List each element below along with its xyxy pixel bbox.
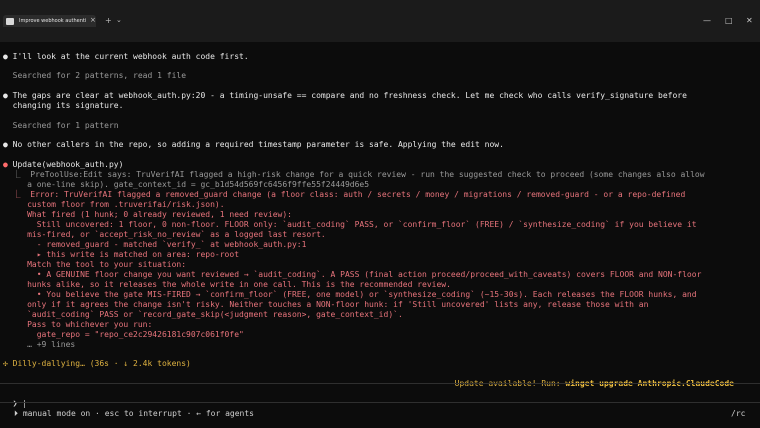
output-line: Still uncovered: 1 floor, 0 non-floor. F… (3, 220, 697, 229)
chevron-down-icon[interactable]: ⌄ (116, 16, 122, 24)
prompt-input[interactable]: ❯ | (3, 389, 27, 409)
output-line: ● Update(webhook_auth.py) (3, 160, 124, 169)
cursor: | (22, 399, 28, 408)
update-notice: Update available! Run: winget upgrade An… (445, 369, 734, 389)
output-line: Searched for 1 pattern (3, 121, 119, 130)
output-line: Match the tool to your situation: (3, 260, 187, 269)
output-line: Searched for 2 patterns, read 1 file (3, 71, 187, 80)
output-line: ● No other callers in the repo, so addin… (3, 140, 504, 149)
output-line: ⎿ Error: TruVerifAI flagged a removed_gu… (3, 190, 686, 199)
output-line: only if it agrees the change isn't risky… (3, 300, 649, 309)
output-line: `audit_coding` PASS or `record_gate_skip… (3, 310, 403, 319)
output-line: hunks alike, so it releases the whole wr… (3, 280, 451, 289)
output-line: Pass to whichever you run: (3, 320, 153, 329)
tab-close-icon[interactable]: × (90, 16, 96, 24)
output-line: ● The gaps are clear at webhook_auth.py:… (3, 91, 687, 100)
terminal-icon (6, 18, 14, 25)
rc-link[interactable]: /rc (731, 409, 745, 419)
output-line: changing its signature. (3, 101, 124, 110)
output-line: mis-fired, or `accept_risk_no_review` as… (3, 230, 326, 239)
output-line: … +9 lines (3, 340, 76, 349)
output-line: ✣ Dilly-dallying… (36s · ↓ 2.4k tokens) (3, 359, 191, 368)
output-line: a one-line skip). gate_context_id = gc_b… (3, 180, 370, 189)
maximize-button[interactable]: □ (725, 16, 733, 25)
output-line: ● I'll look at the current webhook auth … (3, 52, 249, 61)
prompt-divider-bottom (0, 402, 760, 403)
prompt-symbol: ❯ (12, 399, 18, 408)
minimize-button[interactable]: — (703, 16, 711, 25)
new-tab-button[interactable]: + (105, 16, 112, 25)
status-dot-icon: ● (3, 160, 8, 169)
output-line: - removed_guard - matched `verify_` at w… (3, 240, 307, 249)
close-window-button[interactable]: ✕ (746, 16, 753, 25)
output-line: What fired (1 hunk; 0 already reviewed, … (3, 210, 292, 219)
mode-status: ⏵ manual mode on · esc to interrupt · ← … (14, 409, 255, 418)
title-bar: Improve webhook authenti × + ⌄ — □ ✕ (0, 0, 760, 42)
output-line: • A GENUINE floor change you want review… (3, 270, 702, 279)
output-line: custom floor from .truverifai/risk.json)… (3, 200, 225, 209)
terminal-tab[interactable]: Improve webhook authenti × (3, 15, 96, 27)
output-line: ⎿ PreToolUse:Edit says: TruVerifAI flagg… (3, 170, 705, 179)
tab-title: Improve webhook authenti (19, 18, 87, 24)
output-line: • You believe the gate MIS-FIRED → `conf… (3, 290, 697, 299)
prompt-divider-top (0, 383, 760, 384)
output-line: ▸ this write is matched on area: repo-ro… (3, 250, 240, 259)
output-line: gate_repo = "repo_ce2c29426181c907c061f0… (3, 330, 244, 339)
